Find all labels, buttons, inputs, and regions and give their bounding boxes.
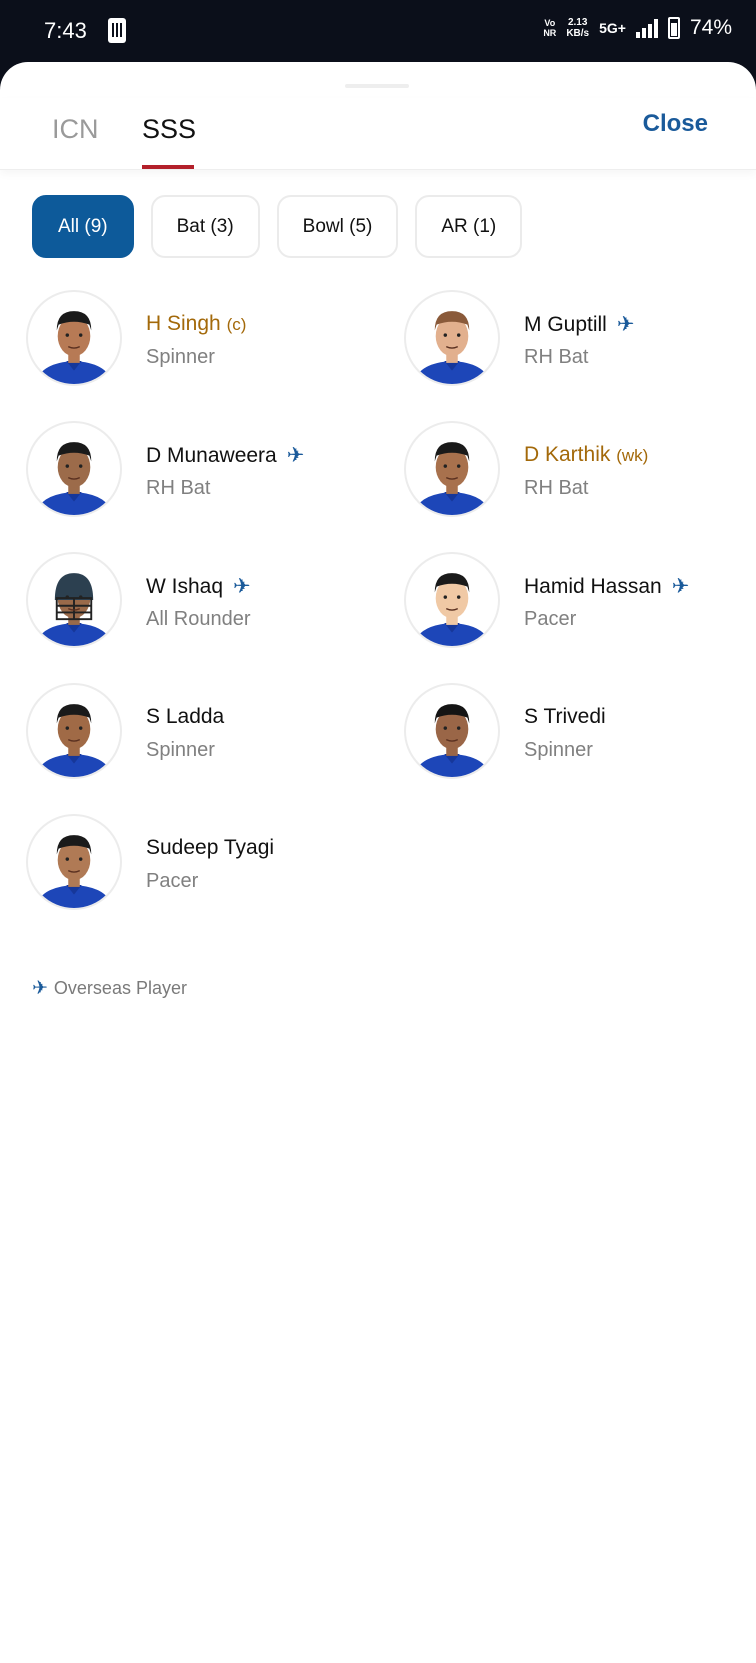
player-name-text: Sudeep Tyagi	[146, 836, 275, 859]
player-row[interactable]: M Guptill ✈ RH Bat	[404, 290, 756, 390]
player-role: RH Bat	[524, 477, 589, 499]
player-avatar	[26, 290, 122, 386]
overseas-legend: ✈ Overseas Player	[32, 977, 187, 1000]
player-row[interactable]: D Karthik (wk) RH Bat	[404, 421, 756, 521]
player-name-text: H Singh	[146, 312, 221, 335]
player-avatar	[404, 552, 500, 648]
player-name-text: S Ladda	[146, 705, 225, 728]
player-row[interactable]: Sudeep Tyagi Pacer	[26, 814, 386, 914]
filter-bat[interactable]: Bat (3)	[150, 195, 260, 258]
airplane-icon: ✈	[233, 575, 251, 598]
signal-icon	[635, 18, 658, 38]
player-name: Hamid Hassan ✈	[524, 574, 689, 599]
player-avatar	[404, 290, 500, 386]
player-name: M Guptill ✈	[524, 312, 634, 337]
network-speed: 2.13 KB/s	[566, 17, 590, 39]
player-row[interactable]: S Trivedi Spinner	[404, 683, 756, 783]
overseas-legend-label: Overseas Player	[53, 978, 187, 998]
player-role: RH Bat	[146, 477, 211, 499]
player-name: S Trivedi	[524, 705, 606, 729]
player-role: Spinner	[524, 739, 593, 761]
player-role-tag: (c)	[226, 315, 247, 334]
team-tabs: ICN SSS Close	[0, 98, 756, 170]
player-name-text: W Ishaq	[146, 575, 224, 598]
player-role: Pacer	[146, 870, 199, 892]
player-name-text: Hamid Hassan	[524, 575, 662, 598]
player-avatar	[26, 421, 122, 517]
filter-ar[interactable]: AR (1)	[415, 195, 523, 258]
player-row[interactable]: D Munaweera ✈ RH Bat	[26, 421, 386, 521]
vonr-indicator: Vo NR	[543, 18, 557, 38]
airplane-icon: ✈	[616, 313, 635, 336]
filter-all[interactable]: All (9)	[32, 195, 134, 258]
player-avatar	[26, 552, 122, 648]
player-name-text: D Munaweera	[146, 444, 277, 467]
player-row[interactable]: S Ladda Spinner	[26, 683, 386, 783]
player-avatar	[404, 421, 500, 517]
player-name: S Ladda	[146, 705, 224, 729]
tab-icn[interactable]: ICN	[52, 114, 99, 145]
cricket-app-notification-icon	[108, 18, 126, 43]
player-name-text: M Guptill	[524, 313, 607, 336]
status-indicators: Vo NR 2.13 KB/s 5G+ 74%	[543, 16, 732, 40]
player-role-tag: (wk)	[616, 446, 649, 465]
player-row[interactable]: W Ishaq ✈ All Rounder	[26, 552, 386, 652]
active-tab-indicator	[142, 165, 194, 169]
player-role: Spinner	[146, 346, 215, 368]
player-row[interactable]: Hamid Hassan ✈ Pacer	[404, 552, 756, 652]
player-role: Pacer	[524, 608, 577, 630]
airplane-icon: ✈	[32, 978, 48, 999]
player-row[interactable]: H Singh (c) Spinner	[26, 290, 386, 390]
airplane-icon: ✈	[671, 575, 690, 598]
player-role: Spinner	[146, 739, 215, 761]
player-name-text: D Karthik	[524, 443, 611, 466]
player-name: W Ishaq ✈	[146, 574, 251, 599]
drag-handle[interactable]	[345, 84, 409, 88]
team-sheet: ICN SSS Close All (9) Bat (3) Bowl (5) A…	[0, 62, 756, 1663]
player-avatar	[26, 683, 122, 779]
battery-percent: 74%	[689, 16, 732, 39]
player-name: D Karthik (wk)	[524, 443, 648, 467]
player-name: Sudeep Tyagi	[146, 836, 274, 860]
player-role: RH Bat	[524, 346, 589, 368]
airplane-icon: ✈	[286, 444, 305, 467]
status-time: 7:43	[44, 18, 87, 43]
player-name: D Munaweera ✈	[146, 443, 304, 468]
player-name-text: S Trivedi	[524, 705, 606, 728]
filter-bowl[interactable]: Bowl (5)	[276, 195, 399, 258]
close-button[interactable]: Close	[643, 110, 708, 138]
network-type: 5G+	[599, 20, 626, 36]
player-name: H Singh (c)	[146, 312, 246, 336]
player-avatar	[26, 814, 122, 910]
tab-sss[interactable]: SSS	[142, 114, 196, 145]
role-filters: All (9) Bat (3) Bowl (5) AR (1)	[32, 195, 523, 258]
battery-icon	[667, 17, 680, 39]
player-role: All Rounder	[146, 608, 251, 630]
status-bar: 7:43 Vo NR 2.13 KB/s 5G+ 74%	[0, 0, 756, 64]
player-avatar	[404, 683, 500, 779]
